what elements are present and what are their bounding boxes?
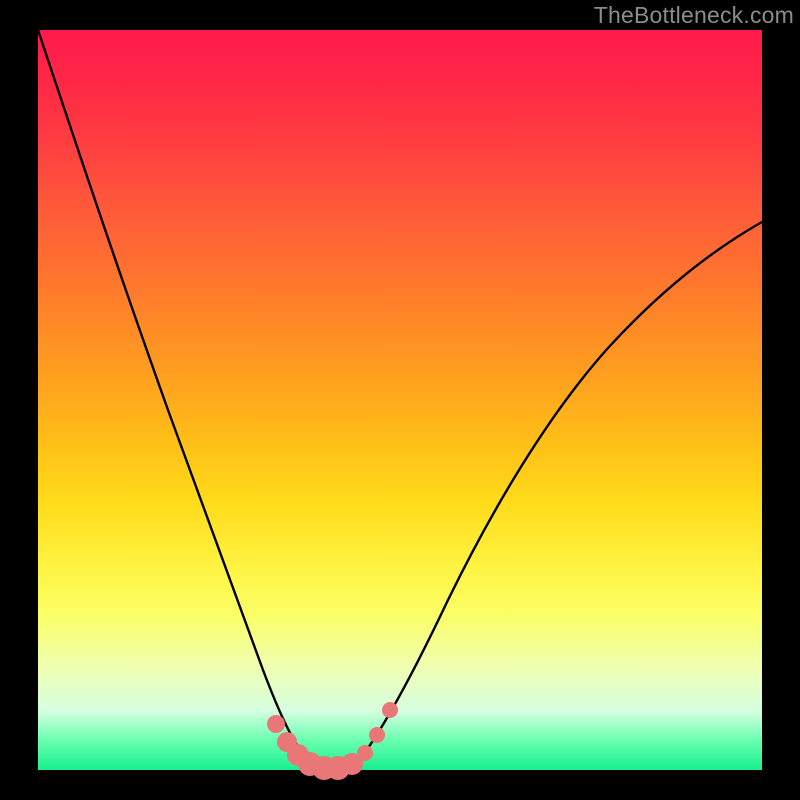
marker-group <box>267 702 398 780</box>
marker-dot <box>369 727 385 743</box>
bottleneck-curve <box>38 30 762 769</box>
marker-dot <box>357 745 373 761</box>
chart-overlay <box>38 30 762 770</box>
watermark-text: TheBottleneck.com <box>594 2 794 29</box>
chart-frame: TheBottleneck.com <box>0 0 800 800</box>
marker-dot <box>382 702 398 718</box>
marker-dot <box>267 715 285 733</box>
